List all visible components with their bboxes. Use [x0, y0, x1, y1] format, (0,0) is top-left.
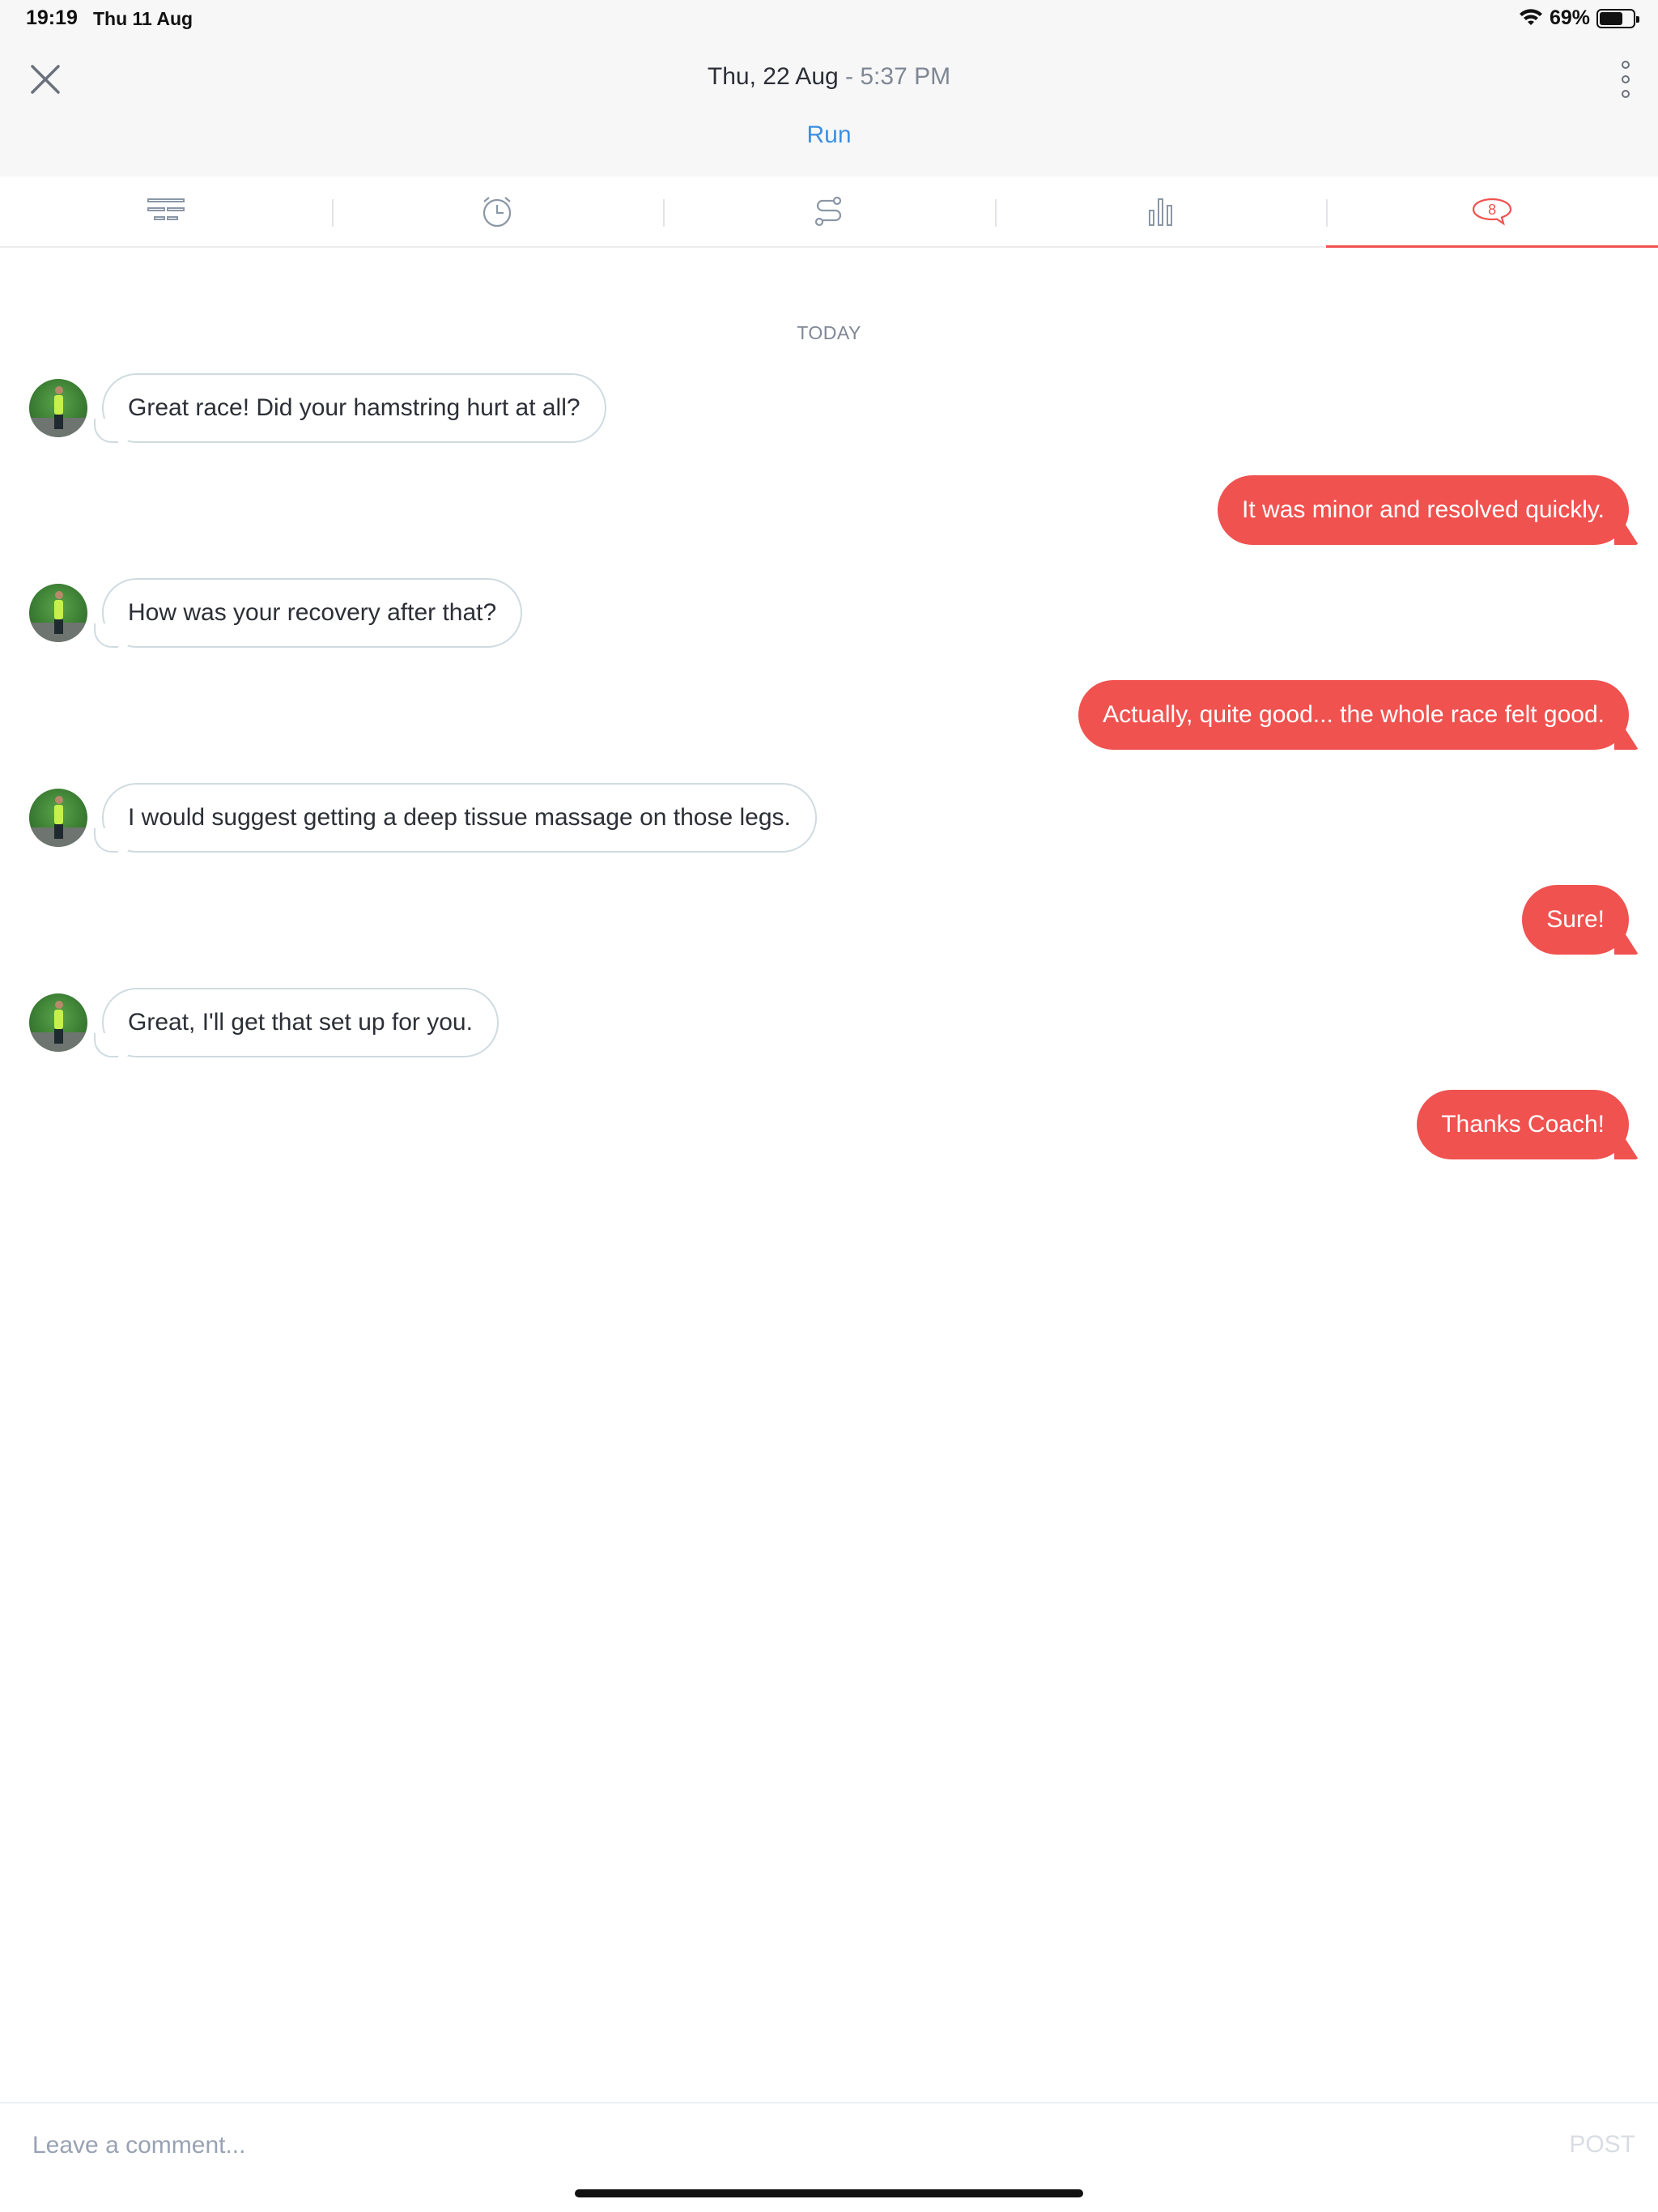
message-outgoing: Thanks Coach!	[1417, 1090, 1629, 1159]
message-outgoing: It was minor and resolved quickly.	[1218, 475, 1629, 545]
coach-avatar	[29, 379, 87, 437]
message-incoming: How was your recovery after that?	[29, 578, 523, 648]
day-separator: TODAY	[797, 322, 861, 343]
home-indicator	[575, 2189, 1083, 2197]
comment-input[interactable]	[32, 2128, 1490, 2163]
message-text: Sure!	[1522, 885, 1629, 955]
message-outgoing: Actually, quite good... the whole race f…	[1078, 680, 1629, 750]
message-incoming: I would suggest getting a deep tissue ma…	[29, 783, 817, 853]
tab-route[interactable]	[663, 177, 995, 246]
message-text: I would suggest getting a deep tissue ma…	[102, 783, 817, 853]
status-indicators: 69%	[1519, 6, 1639, 30]
tab-analysis[interactable]	[994, 177, 1327, 246]
summary-icon	[147, 198, 185, 220]
app-root: 19:19 Thu 11 Aug 69% Thu, 22 Aug - 5:37 …	[0, 0, 1658, 2212]
clock-icon	[483, 197, 512, 228]
detail-tabs: 8	[0, 177, 1658, 248]
status-date: Thu 11 Aug	[93, 8, 193, 29]
message-outgoing: Sure!	[1522, 885, 1629, 955]
header-bar: 19:19 Thu 11 Aug 69% Thu, 22 Aug - 5:37 …	[0, 0, 1658, 177]
message-text: Thanks Coach!	[1417, 1090, 1629, 1159]
battery-level	[1600, 11, 1622, 25]
message-text: Actually, quite good... the whole race f…	[1078, 680, 1629, 750]
comments-count-badge: 8	[1488, 202, 1497, 218]
coach-avatar	[29, 789, 87, 847]
workout-datetime: Thu, 22 Aug - 5:37 PM	[0, 63, 1658, 91]
activity-type: Run	[806, 121, 852, 148]
tab-summary[interactable]	[0, 177, 332, 246]
tab-comments[interactable]: 8	[1326, 177, 1658, 248]
status-time: 19:19	[26, 6, 78, 29]
coach-avatar	[29, 993, 87, 1052]
message-text: It was minor and resolved quickly.	[1218, 475, 1629, 545]
bar-chart-icon	[1148, 198, 1172, 226]
message-incoming: Great race! Did your hamstring hurt at a…	[29, 373, 606, 443]
comments-icon: 8	[1471, 196, 1513, 227]
message-text: How was your recovery after that?	[102, 578, 523, 648]
more-options-icon[interactable]	[1618, 60, 1634, 99]
workout-date: Thu, 22 Aug	[707, 63, 839, 90]
datetime-separator: -	[838, 63, 861, 90]
workout-time: 5:37 PM	[860, 63, 951, 90]
route-icon	[814, 196, 842, 227]
message-text: Great, I'll get that set up for you.	[102, 988, 499, 1057]
message-incoming: Great, I'll get that set up for you.	[29, 988, 499, 1057]
battery-percent: 69%	[1549, 6, 1590, 29]
battery-icon	[1596, 8, 1639, 28]
wifi-icon	[1519, 8, 1542, 25]
post-button[interactable]: POST	[1569, 2131, 1635, 2159]
tab-timing[interactable]	[331, 177, 664, 246]
coach-avatar	[29, 584, 87, 642]
message-text: Great race! Did your hamstring hurt at a…	[102, 373, 606, 443]
